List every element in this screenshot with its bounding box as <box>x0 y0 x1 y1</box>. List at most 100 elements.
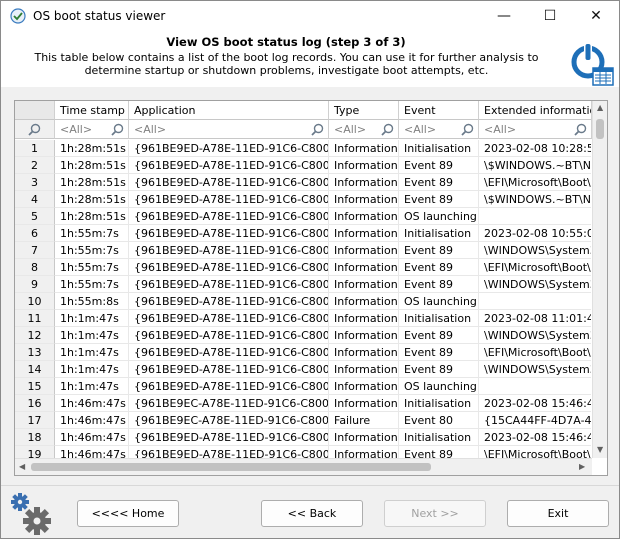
type-cell: Information <box>329 327 399 344</box>
search-icon <box>28 123 41 136</box>
wizard-header: View OS boot status log (step 3 of 3) Th… <box>1 32 619 87</box>
event-cell: OS launching <box>399 208 479 225</box>
maximize-button[interactable]: ☐ <box>527 1 573 32</box>
row-number-cell: 6 <box>15 225 55 242</box>
type-cell: Information <box>329 276 399 293</box>
footer-divider <box>1 485 619 486</box>
application-cell: {961BE9ED-A78E-11ED-91C6-C80033... <box>129 361 329 378</box>
type-cell: Information <box>329 378 399 395</box>
table-row[interactable]: 2 1h:28m:51s {961BE9ED-A78E-11ED-91C6-C800… <box>15 157 591 174</box>
exit-button[interactable]: Exit <box>507 500 609 527</box>
minimize-button[interactable]: — <box>481 1 527 32</box>
table-row[interactable]: 61h:55m:7s{961BE9ED-A78E-11ED-91C6-C8003… <box>15 225 591 242</box>
table-row[interactable]: 10 1h:55m:8s {961BE9ED-A78E-11ED-91C6-C800… <box>15 293 591 310</box>
time-stamp-cell: 1h:55m:7s <box>55 259 129 276</box>
table-row[interactable]: 5 1h:28m:51s {961BE9ED-A78E-11ED-91C6-C800… <box>15 208 591 225</box>
column-header-application[interactable]: Application <box>129 101 329 120</box>
power-log-icon <box>571 43 614 86</box>
time-stamp-cell: 1h:46m:47s <box>55 395 129 412</box>
time-stamp-cell: 1h:28m:51s <box>55 208 129 225</box>
scroll-left-arrow-icon[interactable]: ◀ <box>19 462 25 471</box>
boot-log-table[interactable]: Time stamp Application Type Event Extend… <box>14 100 608 476</box>
home-button[interactable]: <<<< Home <box>77 500 179 527</box>
close-button[interactable]: ✕ <box>573 1 619 32</box>
column-header-event[interactable]: Event <box>399 101 479 120</box>
filter-event[interactable]: <All> <box>399 120 479 139</box>
table-row[interactable]: 71h:55m:7s{961BE9ED-A78E-11ED-91C6-C8003… <box>15 242 591 259</box>
scroll-right-arrow-icon[interactable]: ▶ <box>579 462 585 471</box>
title-bar: OS boot status viewer — ☐ ✕ <box>1 1 619 32</box>
type-cell: Information <box>329 191 399 208</box>
row-number-cell: 15 <box>15 378 55 395</box>
table-row[interactable]: 13 1h:1m:47s {961BE9ED-A78E-11ED-91C6-C800… <box>15 344 591 361</box>
row-number-cell: 3 <box>15 174 55 191</box>
search-icon <box>461 123 474 136</box>
extended-information-cell <box>479 208 591 225</box>
application-cell: {961BE9ED-A78E-11ED-91C6-C80033... <box>129 344 329 361</box>
horizontal-scroll-thumb[interactable] <box>31 463 431 471</box>
row-number-cell: 17 <box>15 412 55 429</box>
filter-time-stamp[interactable]: <All> <box>55 120 129 139</box>
column-header-extended-information[interactable]: Extended information <box>479 101 592 120</box>
row-number-cell: 1 <box>15 140 55 157</box>
type-cell: Information <box>329 429 399 446</box>
extended-information-cell: \$WINDOWS.~BT\Ne <box>479 157 591 174</box>
event-cell: Event 89 <box>399 174 479 191</box>
table-row[interactable]: 19 1h:46m:47s {961BE9ED-A78E-11ED-91C6-C80… <box>15 446 591 458</box>
type-cell: Information <box>329 395 399 412</box>
table-row[interactable]: 81h:55m:7s{961BE9ED-A78E-11ED-91C6-C8003… <box>15 259 591 276</box>
extended-information-cell: \WINDOWS\System32 <box>479 361 591 378</box>
table-row[interactable]: 18 1h:46m:47s {961BE9ED-A78E-11ED-91C6-C80… <box>15 429 591 446</box>
application-cell: {961BE9ED-A78E-11ED-91C6-C80033... <box>129 191 329 208</box>
back-button[interactable]: << Back <box>261 500 363 527</box>
next-button[interactable]: Next >> <box>384 500 486 527</box>
horizontal-scrollbar[interactable]: ◀ ▶ <box>15 458 592 475</box>
row-number-header <box>15 101 55 120</box>
table-row[interactable]: 15 1h:1m:47s {961BE9ED-A78E-11ED-91C6-C800… <box>15 378 591 395</box>
table-row[interactable]: 3 1h:28m:51s {961BE9ED-A78E-11ED-91C6-C800… <box>15 174 591 191</box>
table-row[interactable]: 11 1h:1m:47s {961BE9ED-A78E-11ED-91C6-C800… <box>15 310 591 327</box>
row-number-cell: 10 <box>15 293 55 310</box>
filter-application-value: <All> <box>134 123 167 136</box>
scroll-up-arrow-icon[interactable]: ▲ <box>597 103 603 112</box>
application-cell: {961BE9ED-A78E-11ED-91C6-C80033... <box>129 157 329 174</box>
event-cell: Initialisation <box>399 225 479 242</box>
application-cell: {961BE9ED-A78E-11ED-91C6-C80033... <box>129 208 329 225</box>
vertical-scroll-thumb[interactable] <box>596 119 604 139</box>
type-cell: Information <box>329 242 399 259</box>
time-stamp-cell: 1h:28m:51s <box>55 174 129 191</box>
type-cell: Information <box>329 208 399 225</box>
application-cell: {961BE9ED-A78E-11ED-91C6-C80033... <box>129 140 329 157</box>
type-cell: Information <box>329 446 399 458</box>
main-window: OS boot status viewer — ☐ ✕ View OS boot… <box>0 0 620 539</box>
application-cell: {961BE9ED-A78E-11ED-91C6-C80033... <box>129 293 329 310</box>
time-stamp-cell: 1h:1m:47s <box>55 378 129 395</box>
type-cell: Information <box>329 157 399 174</box>
table-row[interactable]: 16 1h:46m:47s {961BE9EC-A78E-11ED-91C6-C80… <box>15 395 591 412</box>
table-row[interactable]: 14 1h:1m:47s {961BE9ED-A78E-11ED-91C6-C800… <box>15 361 591 378</box>
table-row[interactable]: 17 1h:46m:47s {961BE9EC-A78E-11ED-91C6-C80… <box>15 412 591 429</box>
column-header-type[interactable]: Type <box>329 101 399 120</box>
filter-type[interactable]: <All> <box>329 120 399 139</box>
settings-gears-icon[interactable] <box>7 490 53 536</box>
column-header-time-stamp[interactable]: Time stamp <box>55 101 129 120</box>
time-stamp-cell: 1h:55m:8s <box>55 293 129 310</box>
row-number-cell: 2 <box>15 157 55 174</box>
time-stamp-cell: 1h:28m:51s <box>55 140 129 157</box>
vertical-scrollbar[interactable]: ▲ ▼ <box>592 101 607 458</box>
type-cell: Information <box>329 140 399 157</box>
scroll-down-arrow-icon[interactable]: ▼ <box>597 445 603 454</box>
filter-application[interactable]: <All> <box>129 120 329 139</box>
time-stamp-cell: 1h:1m:47s <box>55 310 129 327</box>
window-title: OS boot status viewer <box>33 9 166 23</box>
table-row[interactable]: 91h:55m:7s{961BE9ED-A78E-11ED-91C6-C8003… <box>15 276 591 293</box>
table-row[interactable]: 12 1h:1m:47s {961BE9ED-A78E-11ED-91C6-C800… <box>15 327 591 344</box>
table-row[interactable]: 1 1h:28m:51s {961BE9ED-A78E-11ED-91C6-C800… <box>15 140 591 157</box>
extended-information-cell: 2023-02-08 15:46:47, L <box>479 429 591 446</box>
event-cell: Initialisation <box>399 429 479 446</box>
filter-extended-information[interactable]: <All> <box>479 120 592 139</box>
time-stamp-cell: 1h:55m:7s <box>55 242 129 259</box>
extended-information-cell <box>479 378 591 395</box>
table-row[interactable]: 4 1h:28m:51s {961BE9ED-A78E-11ED-91C6-C800… <box>15 191 591 208</box>
extended-information-cell: 2023-02-08 10:55:07, L <box>479 225 591 242</box>
